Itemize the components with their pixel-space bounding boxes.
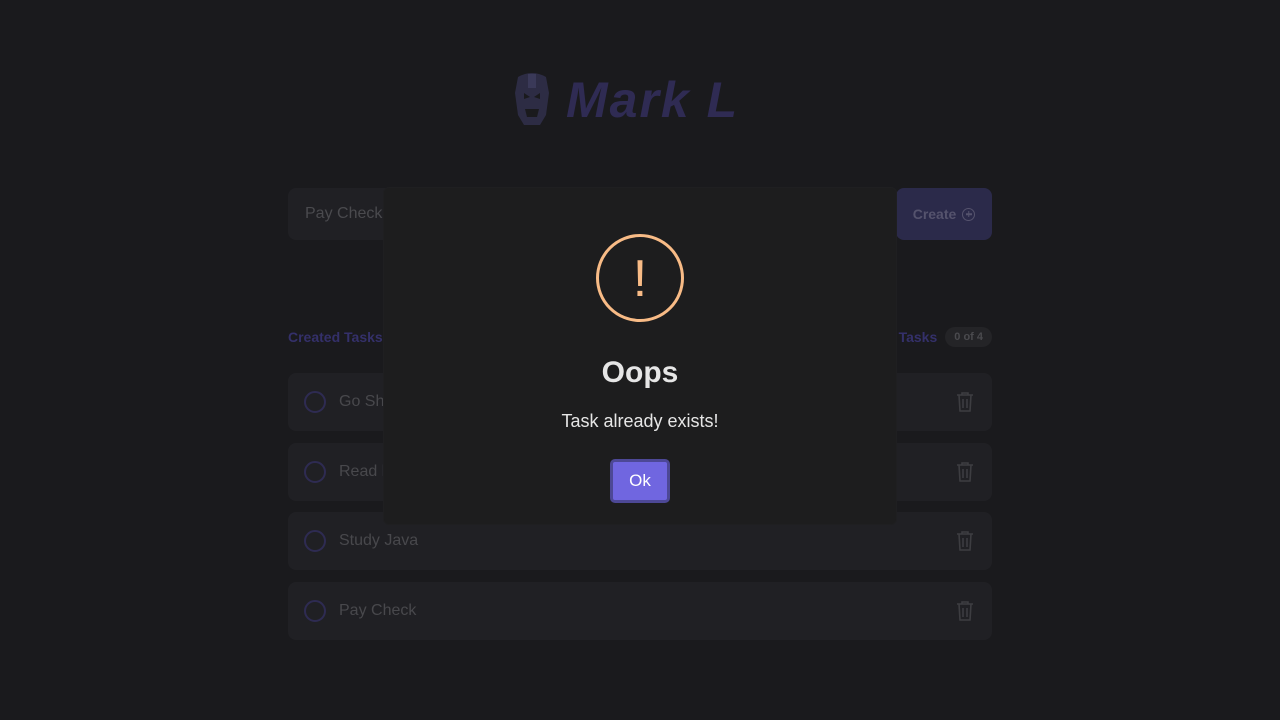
exclamation-glyph: !: [632, 250, 648, 308]
alert-dialog: ! Oops Task already exists! Ok: [384, 188, 896, 524]
dialog-title: Oops: [601, 356, 679, 389]
ok-button[interactable]: Ok: [610, 459, 670, 503]
exclamation-icon: !: [596, 234, 684, 322]
dialog-message: Task already exists!: [561, 411, 719, 431]
